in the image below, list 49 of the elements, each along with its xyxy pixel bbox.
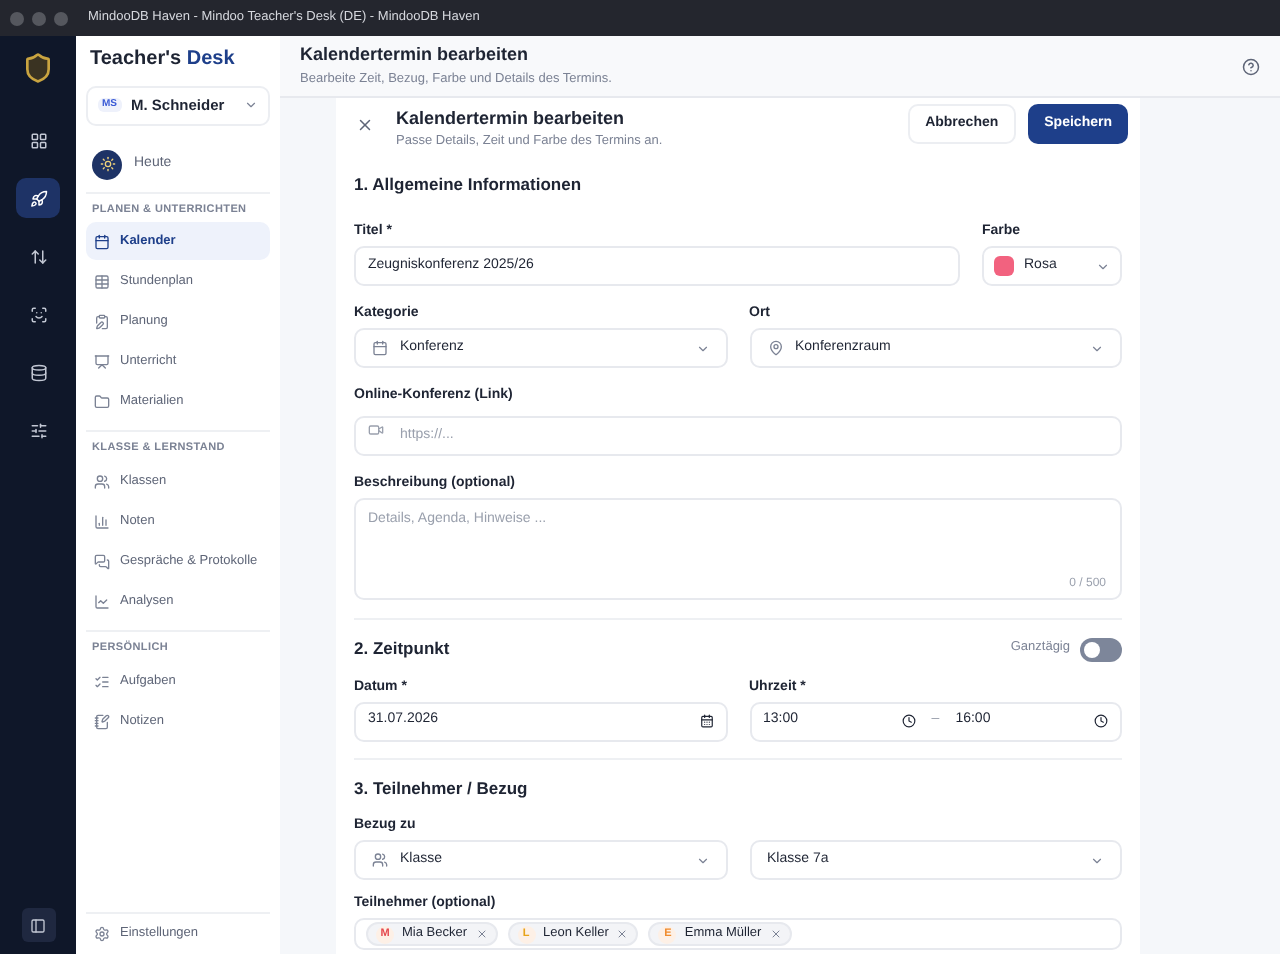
calendar-icon [94, 233, 110, 250]
section-title: 3. Teilnehmer / Bezug [354, 777, 530, 799]
chevron-down-icon [244, 98, 258, 112]
sidebar-icon [30, 917, 46, 933]
brand-name: Desk [186, 48, 235, 70]
panel-toggle-button[interactable] [21, 908, 55, 942]
brand-name: Teacher's [90, 48, 184, 70]
page-title: Kalendertermin bearbeiten [300, 44, 531, 68]
chevron-down-icon [1090, 341, 1104, 355]
scan-icon [29, 305, 47, 323]
presentation-icon [94, 353, 110, 370]
rail-button[interactable] [16, 178, 60, 218]
section-title: 1. Allgemeine Informationen [354, 174, 584, 196]
shield-logo-icon [22, 52, 54, 84]
remove-icon[interactable] [769, 928, 782, 941]
clock-icon [1094, 714, 1108, 728]
sliders-icon [29, 421, 47, 439]
remove-icon[interactable] [616, 928, 629, 941]
chevron-down-icon [695, 853, 709, 868]
users-icon [94, 473, 110, 490]
clipboard-icon [94, 313, 110, 330]
calendar-icon [699, 714, 713, 728]
chevron-down-icon [1090, 853, 1104, 868]
grid-icon [29, 131, 47, 149]
remove-icon[interactable] [475, 928, 488, 941]
checklist-icon [94, 673, 110, 690]
clock-icon [901, 714, 916, 728]
chat-icon [94, 553, 110, 570]
chevron-down-icon [695, 341, 709, 355]
database-icon [29, 363, 47, 381]
arrows-icon [29, 247, 47, 265]
rocket-icon [29, 189, 47, 207]
line-chart-icon [94, 593, 110, 610]
bar-chart-icon [94, 513, 110, 530]
section-title: 2. Zeitpunkt [354, 638, 452, 660]
folder-icon [94, 393, 110, 410]
settings-icon [94, 925, 110, 942]
chevron-down-icon [1096, 259, 1110, 273]
help-icon[interactable] [1242, 57, 1260, 75]
close-icon[interactable] [356, 116, 374, 134]
all-day-toggle[interactable] [1080, 637, 1122, 661]
calendar-icon [372, 340, 388, 356]
video-icon [368, 422, 384, 438]
notebook-icon [94, 713, 110, 730]
map-pin-icon [767, 340, 783, 356]
table-icon [94, 273, 110, 290]
modal-title: Kalendertermin bearbeiten [396, 108, 627, 131]
sun-logo-icon [92, 149, 122, 179]
users-icon [372, 852, 388, 869]
